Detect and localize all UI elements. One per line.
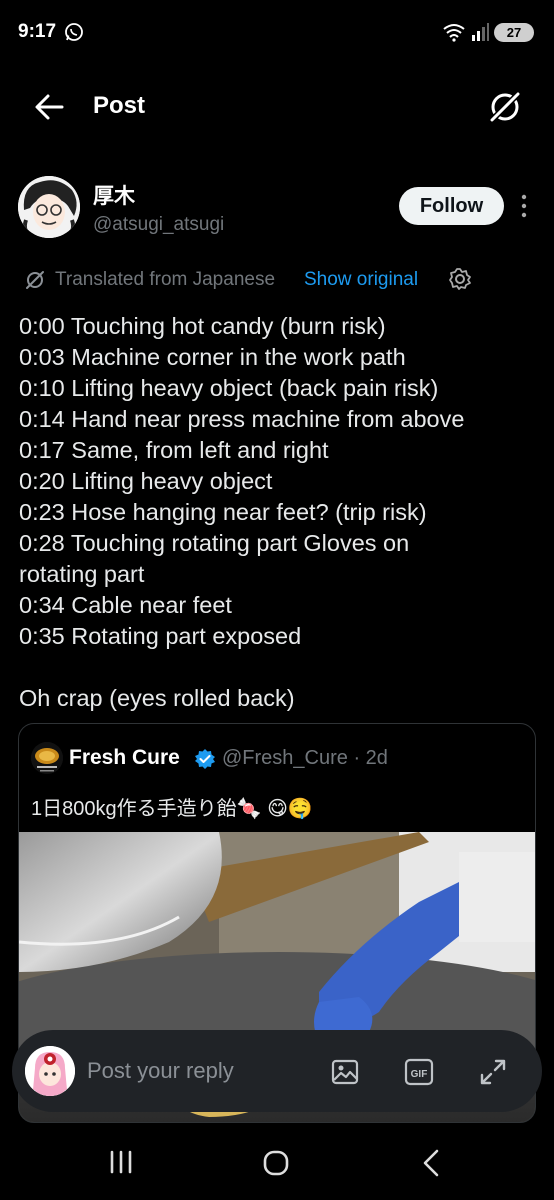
author-avatar-image <box>18 176 80 238</box>
battery-indicator: 27 <box>494 23 534 42</box>
verified-badge-icon <box>195 749 215 769</box>
show-original-link[interactable]: Show original <box>304 269 418 291</box>
post-header: Post <box>0 80 554 136</box>
page-title: Post <box>93 92 146 119</box>
system-nav-bar <box>0 1128 554 1200</box>
signal-icon <box>472 23 489 41</box>
gif-icon[interactable]: GIF <box>404 1058 434 1086</box>
status-bar: 9:17 27 <box>0 0 554 64</box>
quote-author-name: Fresh Cure <box>69 746 180 769</box>
post-line: rotating part <box>19 561 145 587</box>
grok-icon[interactable] <box>486 88 524 126</box>
quote-avatar-image <box>31 742 63 774</box>
more-vertical-icon[interactable] <box>518 192 530 220</box>
post-line: 0:17 Same, from left and right <box>19 437 329 463</box>
post-closing-line: Oh crap (eyes rolled back) <box>19 685 295 711</box>
nav-back-icon[interactable] <box>420 1148 442 1178</box>
status-time: 9:17 <box>18 21 57 42</box>
translate-icon <box>26 271 44 289</box>
translation-row: Translated from Japanese Show original <box>24 266 544 294</box>
user-avatar-image <box>25 1046 75 1096</box>
post-spacer <box>19 652 544 683</box>
follow-button[interactable]: Follow <box>399 187 504 225</box>
back-arrow-icon[interactable] <box>32 92 66 122</box>
reply-input[interactable]: Post your reply <box>87 1058 234 1084</box>
author-handle[interactable]: @atsugi_atsugi <box>93 214 224 236</box>
author-avatar[interactable] <box>18 176 80 238</box>
post-line: 0:35 Rotating part exposed <box>19 623 302 649</box>
battery-level: 27 <box>506 25 522 40</box>
user-avatar <box>25 1046 75 1096</box>
post-line: 0:10 Lifting heavy object (back pain ris… <box>19 375 439 401</box>
quote-author-handle: @Fresh_Cure · 2d <box>222 747 388 769</box>
post-line: 0:23 Hose hanging near feet? (trip risk) <box>19 499 427 525</box>
post-line: 0:00 Touching hot candy (burn risk) <box>19 313 386 339</box>
post-text: 0:00 Touching hot candy (burn risk) 0:03… <box>19 311 544 714</box>
settings-gear-icon[interactable] <box>448 267 472 291</box>
wifi-icon <box>443 24 465 42</box>
home-icon[interactable] <box>262 1149 290 1177</box>
post-line: 0:14 Hand near press machine from above <box>19 406 465 432</box>
quote-avatar <box>31 742 63 774</box>
follow-label: Follow <box>419 194 484 217</box>
reply-composer[interactable]: Post your reply GIF <box>12 1030 542 1112</box>
post-line: 0:20 Lifting heavy object <box>19 468 273 494</box>
recents-icon[interactable] <box>108 1150 134 1174</box>
quote-text: 1日800kg作る手造り飴🍬 😋🤤 <box>31 798 313 820</box>
image-icon[interactable] <box>330 1057 360 1087</box>
whatsapp-icon <box>65 23 83 41</box>
translated-label: Translated from Japanese <box>55 269 276 290</box>
svg-text:GIF: GIF <box>411 1069 428 1080</box>
author-name[interactable]: 厚木 <box>93 180 135 210</box>
post-line: 0:28 Touching rotating part Gloves on <box>19 530 410 556</box>
post-line: 0:34 Cable near feet <box>19 592 232 618</box>
post-line: 0:03 Machine corner in the work path <box>19 344 406 370</box>
expand-icon[interactable] <box>478 1057 508 1087</box>
